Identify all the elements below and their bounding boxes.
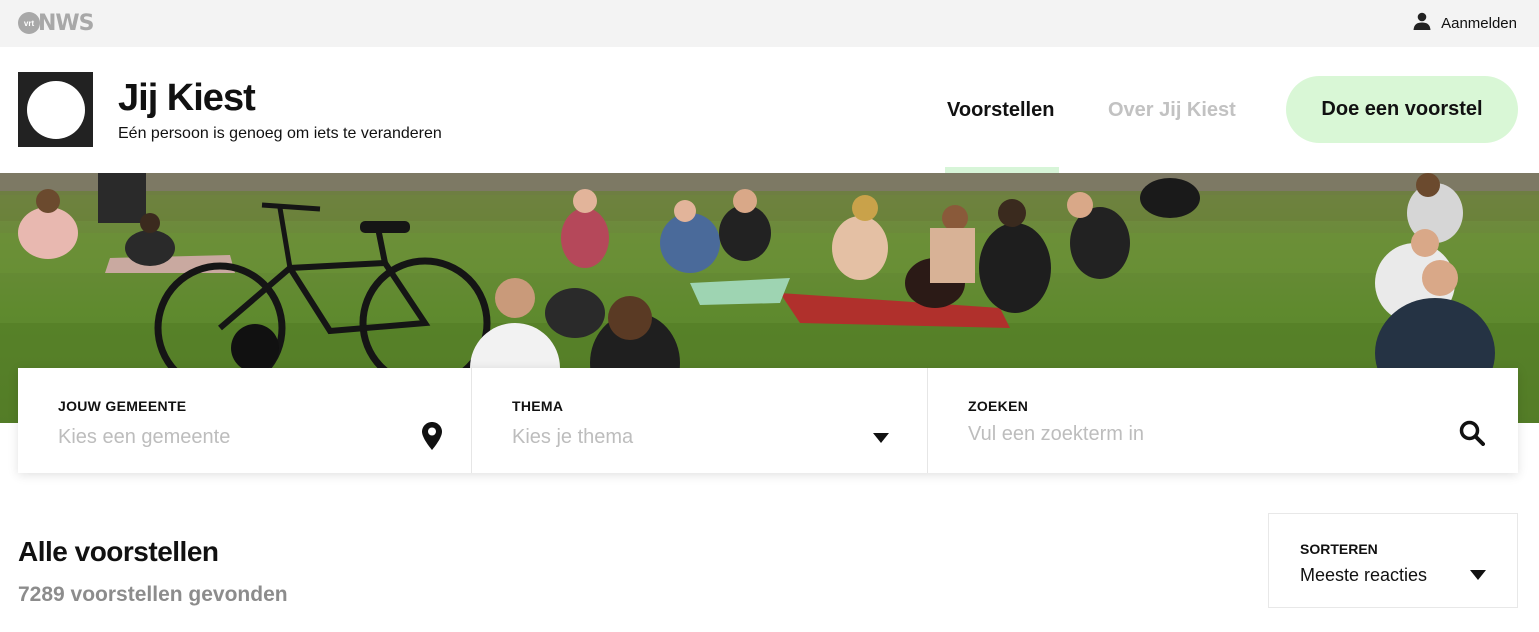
search-input[interactable] bbox=[968, 423, 1438, 446]
nws-logo-text: NWS bbox=[38, 10, 95, 36]
filter-bar: JOUW GEMEENTE Kies een gemeente THEMA Ki… bbox=[18, 368, 1518, 473]
gemeente-filter[interactable]: JOUW GEMEENTE Kies een gemeente bbox=[18, 368, 472, 473]
vrt-nws-logo[interactable]: vrt NWS bbox=[18, 10, 95, 36]
page-subtitle: Eén persoon is genoeg om iets te verande… bbox=[118, 125, 442, 142]
caret-down-icon[interactable] bbox=[873, 430, 889, 448]
nav-over-jij-kiest[interactable]: Over Jij Kiest bbox=[1108, 99, 1236, 122]
gemeente-label: JOUW GEMEENTE bbox=[58, 398, 187, 414]
sort-label: SORTEREN bbox=[1300, 541, 1378, 557]
vrt-logo-mark: vrt bbox=[18, 12, 40, 34]
doe-een-voorstel-button[interactable]: Doe een voorstel bbox=[1286, 76, 1518, 143]
login-label: Aanmelden bbox=[1441, 15, 1517, 32]
top-bar: vrt NWS Aanmelden bbox=[0, 0, 1539, 47]
sort-value: Meeste reacties bbox=[1300, 565, 1428, 585]
logo-circle bbox=[26, 80, 85, 139]
login-button[interactable]: Aanmelden bbox=[1413, 12, 1517, 35]
search-icon[interactable] bbox=[1459, 420, 1485, 451]
site-header: Jij Kiest Eén persoon is genoeg om iets … bbox=[0, 47, 1539, 173]
thema-select[interactable]: Kies je thema bbox=[512, 426, 633, 449]
zoeken-filter: ZOEKEN bbox=[928, 368, 1518, 473]
sort-dropdown[interactable]: SORTEREN Meeste reacties bbox=[1268, 513, 1518, 608]
thema-label: THEMA bbox=[512, 398, 564, 414]
results-title: Alle voorstellen bbox=[18, 536, 219, 567]
thema-filter[interactable]: THEMA Kies je thema bbox=[472, 368, 928, 473]
jij-kiest-logo[interactable] bbox=[18, 72, 93, 147]
user-icon bbox=[1413, 12, 1431, 35]
zoeken-label: ZOEKEN bbox=[968, 398, 1029, 414]
page-title: Jij Kiest bbox=[118, 77, 256, 119]
results-count: 7289 voorstellen gevonden bbox=[18, 583, 288, 606]
nav-voorstellen[interactable]: Voorstellen bbox=[947, 99, 1054, 122]
caret-down-icon bbox=[1470, 567, 1486, 585]
map-pin-icon[interactable] bbox=[422, 422, 442, 455]
gemeente-select[interactable]: Kies een gemeente bbox=[58, 426, 230, 449]
